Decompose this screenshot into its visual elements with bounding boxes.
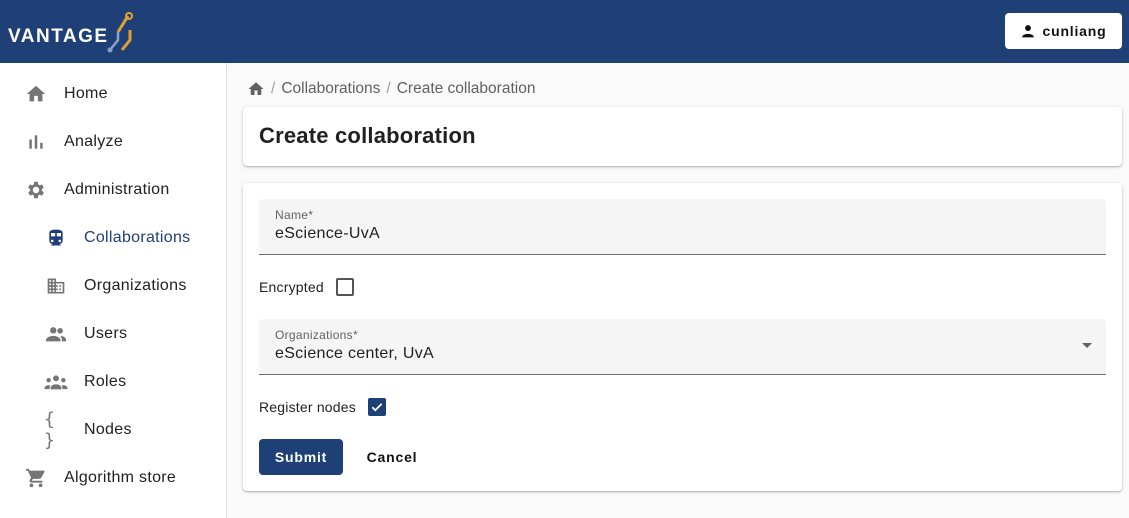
sidebar-item-label: Algorithm store (64, 469, 177, 486)
breadcrumb-separator: / (271, 80, 276, 97)
user-menu-button[interactable]: cunliang (1005, 13, 1122, 49)
top-bar: VANTAGE cunliang (0, 0, 1129, 63)
organizations-field-value[interactable]: eScience center, UvA (275, 345, 434, 363)
sidebar-item-label: Analyze (64, 133, 124, 150)
register-nodes-checkbox[interactable] (367, 398, 386, 416)
cancel-button[interactable]: Cancel (355, 439, 429, 475)
gear-icon (24, 178, 48, 202)
sidebar-item-label: Users (84, 325, 128, 342)
sidebar-item-label: Nodes (84, 421, 132, 438)
groups-icon (44, 370, 68, 394)
encrypted-row: Encrypted (259, 275, 354, 299)
logo-mark-icon (107, 12, 133, 53)
dropdown-arrow-icon[interactable] (1082, 343, 1092, 348)
train-icon (44, 226, 68, 250)
sidebar-item-label: Administration (64, 181, 170, 198)
form-card: Name* eScience-UvA Encrypted Organizatio… (243, 183, 1122, 491)
sidebar-item-administration[interactable]: Administration (0, 166, 226, 214)
home-breadcrumb-icon[interactable] (247, 80, 265, 98)
name-field[interactable]: Name* eScience-UvA (259, 199, 1106, 255)
name-field-label: Name* (275, 208, 314, 222)
logo-text: VANTAGE (8, 26, 109, 47)
sidebar-item-users[interactable]: Users (0, 310, 226, 358)
people-icon (44, 322, 68, 346)
sidebar-item-roles[interactable]: Roles (0, 358, 226, 406)
braces-icon: { } (44, 409, 55, 451)
bar-chart-icon (24, 130, 48, 154)
sidebar: Home Analyze Administration Collaboratio… (0, 63, 227, 518)
sidebar-item-nodes[interactable]: { } Nodes (0, 406, 226, 454)
home-icon (24, 82, 48, 106)
name-field-value[interactable]: eScience-UvA (275, 225, 380, 243)
encrypted-checkbox[interactable] (335, 278, 354, 296)
title-card: Create collaboration (243, 107, 1122, 166)
breadcrumb-current: Create collaboration (396, 80, 536, 97)
sidebar-item-home[interactable]: Home (0, 70, 226, 118)
sidebar-item-organizations[interactable]: Organizations (0, 262, 226, 310)
cart-icon (24, 466, 48, 490)
sidebar-item-collaborations[interactable]: Collaborations (0, 214, 226, 262)
sidebar-item-algorithm-store[interactable]: Algorithm store (0, 454, 226, 502)
check-icon (371, 403, 383, 412)
sidebar-item-label: Collaborations (84, 229, 191, 246)
vantage-logo[interactable]: VANTAGE (8, 10, 138, 56)
user-name-label: cunliang (1042, 23, 1107, 39)
register-nodes-row: Register nodes (259, 395, 386, 419)
sidebar-item-label: Home (64, 85, 108, 102)
register-nodes-label: Register nodes (259, 399, 356, 415)
organizations-field-label: Organizations* (275, 328, 358, 342)
breadcrumb-collaborations-link[interactable]: Collaborations (281, 80, 380, 98)
page-title: Create collaboration (259, 123, 476, 148)
encrypted-label: Encrypted (259, 279, 324, 295)
sidebar-item-analyze[interactable]: Analyze (0, 118, 226, 166)
sidebar-item-label: Organizations (84, 277, 187, 294)
building-icon (44, 274, 68, 298)
breadcrumb: / Collaborations / Create collaboration (247, 78, 535, 100)
person-icon (1021, 25, 1034, 38)
sidebar-item-label: Roles (84, 373, 127, 390)
organizations-select[interactable]: Organizations* eScience center, UvA (259, 319, 1106, 375)
submit-button[interactable]: Submit (259, 439, 343, 475)
breadcrumb-separator: / (386, 80, 391, 97)
